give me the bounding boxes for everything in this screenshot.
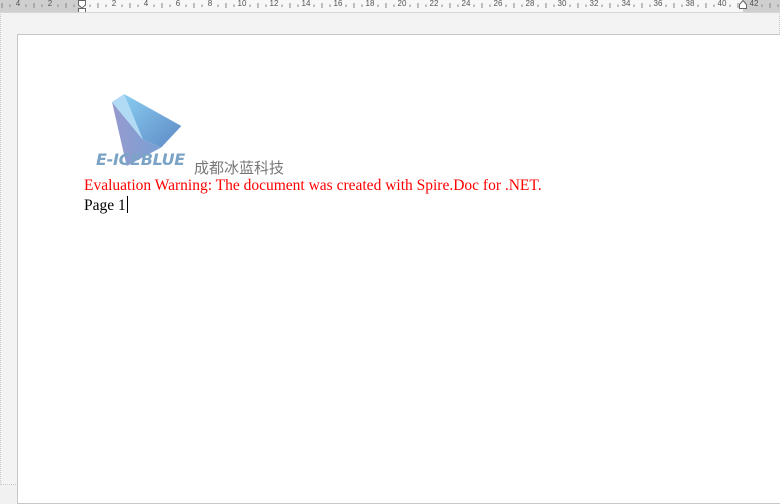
page-number-line[interactable]: Page 1 <box>84 196 128 215</box>
ruler-label: 10 <box>237 0 247 8</box>
ruler-label: 14 <box>301 0 311 8</box>
ruler-label: 4 <box>15 0 21 8</box>
ruler-label: 36 <box>653 0 663 8</box>
ruler-label: 8 <box>207 0 213 8</box>
horizontal-ruler[interactable]: 4 2 2 4 6 8 10 12 14 16 18 20 22 24 26 28 30 32 34 36 38 40 42 <box>0 0 780 13</box>
ruler-label: 16 <box>333 0 343 8</box>
ruler-label: 24 <box>461 0 471 8</box>
ruler-label: 26 <box>493 0 503 8</box>
right-indent-marker-icon[interactable] <box>739 0 747 13</box>
ruler-ticks <box>1 3 779 8</box>
ruler-label: 2 <box>47 0 53 8</box>
company-name: 成都冰蓝科技 <box>194 159 285 177</box>
ruler-label: 34 <box>621 0 631 8</box>
ruler-label: 6 <box>175 0 181 8</box>
ruler-label: 32 <box>589 0 599 8</box>
left-indent-marker-icon[interactable] <box>78 0 86 13</box>
evaluation-warning-text[interactable]: Evaluation Warning: The document was cre… <box>84 177 542 195</box>
text-cursor <box>126 196 128 213</box>
ruler-label: 4 <box>143 0 149 8</box>
ruler-label: 30 <box>557 0 567 8</box>
ruler-label: 12 <box>269 0 279 8</box>
ruler-label: 18 <box>365 0 375 8</box>
ruler-label: 28 <box>525 0 535 8</box>
ruler-label: 22 <box>429 0 439 8</box>
ruler-label: 20 <box>397 0 407 8</box>
ruler-label: 40 <box>717 0 727 8</box>
logo-wordmark: E-ICEBLUE <box>96 150 185 169</box>
ruler-label: 2 <box>111 0 117 8</box>
ruler-label: 42 <box>749 0 759 8</box>
page-number-text: Page 1 <box>84 197 126 214</box>
ruler-label: 38 <box>685 0 695 8</box>
